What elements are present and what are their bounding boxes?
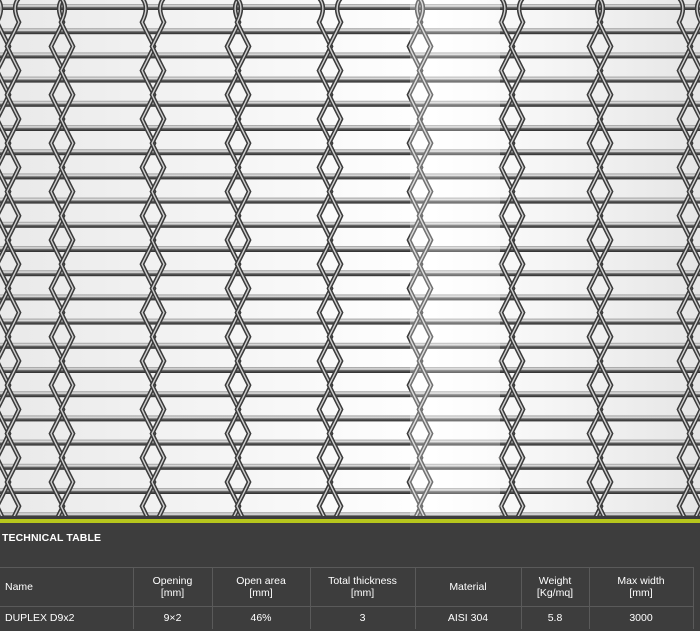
table-title: TECHNICAL TABLE [2, 532, 102, 544]
cell-material: AISI 304 [415, 606, 522, 629]
header-weight: Weight [Kg/mq] [521, 567, 590, 607]
cell-opening: 9×2 [133, 606, 213, 629]
wire-mesh-photo [0, 0, 700, 516]
wire-mesh-image [0, 0, 700, 516]
cell-name: DUPLEX D9x2 [0, 606, 134, 629]
header-name: Name [0, 567, 134, 607]
table-row: DUPLEX D9x2 9×2 46% 3 AISI 304 5.8 3000 [0, 606, 694, 629]
cell-total-thickness: 3 [310, 606, 416, 629]
header-open-area: Open area [mm] [212, 567, 311, 607]
cell-weight: 5.8 [521, 606, 590, 629]
technical-table-panel: TECHNICAL TABLE Name Opening [mm] Open a… [0, 523, 700, 631]
cell-max-width: 3000 [589, 606, 694, 629]
header-opening: Opening [mm] [133, 567, 213, 607]
header-max-width: Max width [mm] [589, 567, 694, 607]
technical-table: Name Opening [mm] Open area [mm] Total t… [0, 567, 694, 629]
header-total-thickness: Total thickness [mm] [310, 567, 416, 607]
cell-open-area: 46% [212, 606, 311, 629]
table-header-row: Name Opening [mm] Open area [mm] Total t… [0, 567, 694, 607]
light-sheen [410, 0, 500, 516]
header-material: Material [415, 567, 522, 607]
